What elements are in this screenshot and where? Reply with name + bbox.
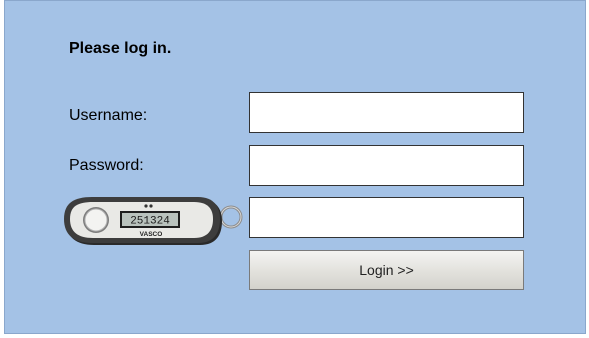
password-label: Password:	[69, 157, 144, 174]
otp-input[interactable]	[249, 197, 524, 238]
password-input[interactable]	[249, 145, 524, 186]
username-label: Username:	[69, 107, 148, 124]
token-display-code: 251324	[130, 216, 170, 228]
otp-token-icon: 251324 VASCO	[64, 197, 243, 245]
username-input[interactable]	[249, 92, 524, 133]
login-button[interactable]: Login >>	[249, 250, 524, 290]
token-brand-text: VASCO	[140, 231, 163, 238]
login-panel: Please log in. Username: Password: 25132…	[4, 0, 586, 334]
login-heading: Please log in.	[69, 40, 172, 57]
